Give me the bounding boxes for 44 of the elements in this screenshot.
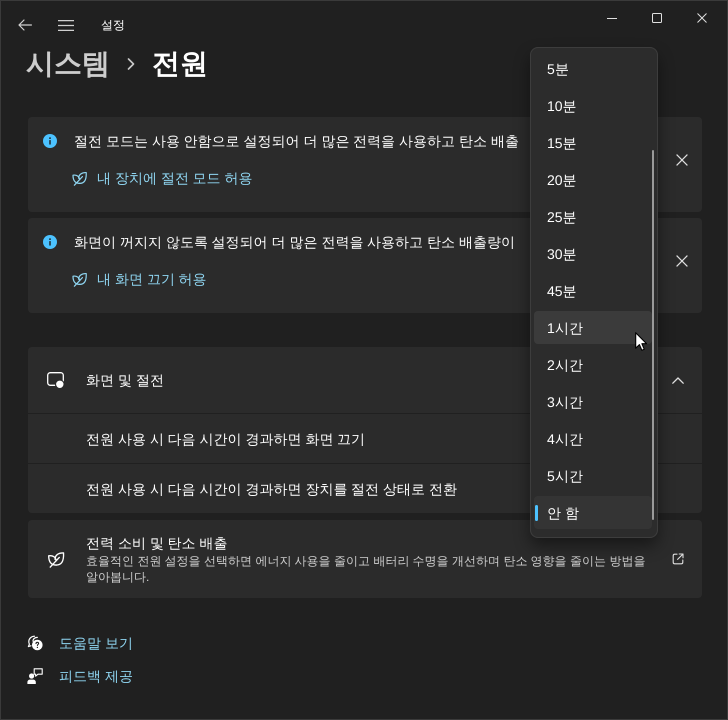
dropdown-option[interactable]: 안 함 xyxy=(534,496,652,529)
dropdown-option[interactable]: 2시간 xyxy=(534,348,652,381)
card-title: 전력 소비 및 탄소 배출 xyxy=(86,534,228,553)
scrollbar-thumb[interactable] xyxy=(652,150,654,520)
feedback-link[interactable]: 피드백 제공 xyxy=(27,666,133,686)
help-link[interactable]: 도움말 보기 xyxy=(27,633,133,653)
dropdown-option[interactable]: 45분 xyxy=(534,274,652,307)
dropdown-option[interactable]: 4시간 xyxy=(534,422,652,455)
dropdown-option[interactable]: 15분 xyxy=(534,126,652,159)
help-icon xyxy=(27,635,43,651)
breadcrumb-link[interactable]: 시스템 xyxy=(26,45,110,83)
card-description: 효율적인 전원 설정을 선택하면 에너지 사용을 줄이고 배터리 수명을 개선하며 탄소 영향을 줄이는 방법을 알아봅니다. xyxy=(86,553,646,585)
notice-message: 절전 모드는 사용 안함으로 설정되어 더 많은 전력을 사용하고 탄소 배출 xyxy=(74,132,519,151)
notice-link[interactable]: 내 화면 끄기 허용 xyxy=(72,269,207,289)
back-icon[interactable] xyxy=(18,19,32,31)
dropdown-option[interactable]: 20분 xyxy=(534,163,652,196)
leaf-icon xyxy=(72,271,87,287)
info-icon xyxy=(43,134,57,148)
mouse-pointer-icon xyxy=(635,332,647,351)
notice-link[interactable]: 내 장치에 절전 모드 허용 xyxy=(72,168,253,188)
leaf-icon xyxy=(47,550,65,568)
close-icon[interactable] xyxy=(697,13,707,23)
screen-sleep-icon xyxy=(47,372,65,388)
feedback-icon xyxy=(27,668,43,684)
setting-label: 전원 사용 시 다음 시간이 경과하면 장치를 절전 상태로 전환 xyxy=(86,480,458,498)
dropdown-option[interactable]: 5분 xyxy=(534,52,652,85)
dropdown-option[interactable]: 10분 xyxy=(534,89,652,122)
setting-label: 전원 사용 시 다음 시간이 경과하면 화면 끄기 xyxy=(86,430,366,448)
dropdown-option[interactable]: 30분 xyxy=(534,237,652,270)
close-icon[interactable] xyxy=(676,154,688,166)
info-icon xyxy=(43,235,57,249)
dropdown-option[interactable]: 25분 xyxy=(534,200,652,233)
link-card[interactable]: 전력 소비 및 탄소 배출 효율적인 전원 설정을 선택하면 에너지 사용을 줄이고 배터리 수명을 개선하며 탄소 영향을 줄이는 방법을 알아봅니다. xyxy=(28,520,702,598)
external-link-icon xyxy=(672,553,684,565)
notice-message: 화면이 꺼지지 않도록 설정되어 더 많은 전력을 사용하고 탄소 배출량이 xyxy=(74,233,516,252)
leaf-icon xyxy=(72,170,87,186)
close-icon[interactable] xyxy=(676,254,688,266)
window-title: 설정 xyxy=(101,17,125,33)
dropdown-option[interactable]: 5시간 xyxy=(534,459,652,492)
dropdown-option[interactable]: 1시간 xyxy=(534,311,652,344)
maximize-icon[interactable] xyxy=(652,13,662,23)
chevron-right-icon xyxy=(127,58,135,70)
menu-icon[interactable] xyxy=(58,20,74,30)
page-title: 전원 xyxy=(152,47,208,81)
